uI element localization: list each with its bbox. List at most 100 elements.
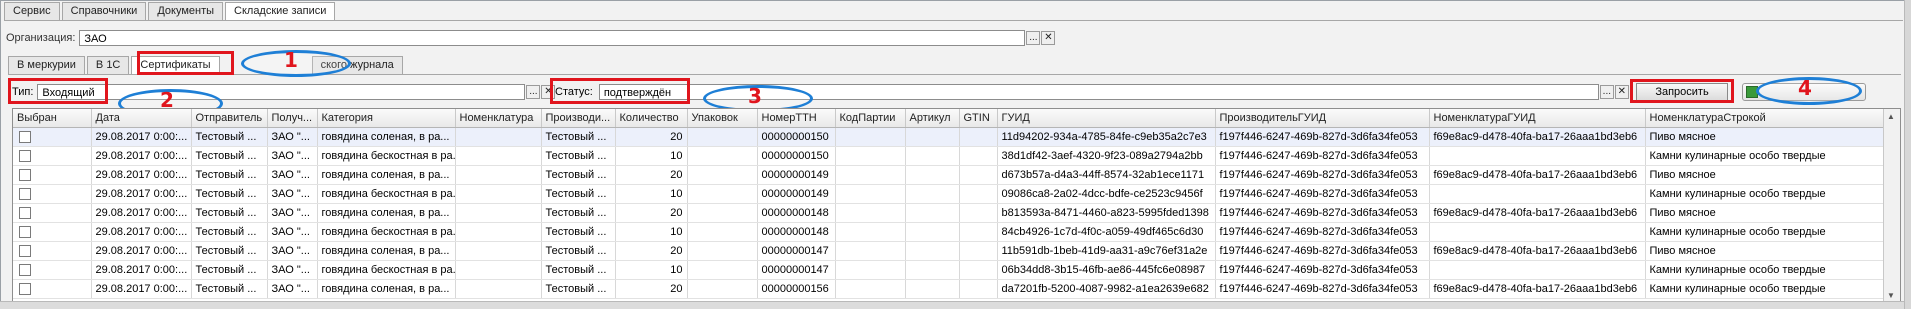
column-header[interactable]: Количество	[615, 109, 688, 128]
table-cell	[687, 203, 758, 223]
table-row[interactable]: 29.08.2017 0:00:... Тестовый ... ЗАО "... г…	[13, 127, 1886, 147]
table-cell: говядина бескостная в ра...	[317, 146, 456, 166]
type-select-button[interactable]: ...	[526, 85, 541, 99]
table-cell	[687, 127, 758, 147]
column-header[interactable]: НоменклатураСтрокой	[1645, 109, 1886, 128]
table-cell	[959, 279, 998, 299]
table-cell: говядина бескостная в ра...	[317, 260, 456, 280]
table-cell: ЗАО "...	[267, 260, 318, 280]
table-cell	[959, 127, 998, 147]
table-cell: 00000000147	[757, 260, 836, 280]
table-cell: ЗАО "...	[267, 127, 318, 147]
tab-service[interactable]: Сервис	[4, 2, 60, 20]
organization-clear-button[interactable]: ✕	[1041, 31, 1056, 45]
table-cell: Пиво мясное	[1645, 241, 1886, 261]
column-header[interactable]: Категория	[317, 109, 456, 128]
column-header[interactable]: Упаковок	[687, 109, 758, 128]
column-header[interactable]: ПроизводительГУИД	[1215, 109, 1430, 128]
column-header[interactable]: Получ...	[267, 109, 318, 128]
table-cell	[13, 184, 92, 204]
row-checkbox[interactable]	[19, 131, 31, 143]
tab-in-mercury[interactable]: В меркурии	[8, 56, 85, 74]
column-header[interactable]: Выбран	[13, 109, 92, 128]
table-cell: ЗАО "...	[267, 279, 318, 299]
row-checkbox[interactable]	[19, 150, 31, 162]
table-cell	[455, 203, 542, 223]
table-cell: Камни кулинарные особо твердые	[1645, 279, 1886, 299]
type-field[interactable]: Входящий	[37, 84, 526, 100]
organization-select-button[interactable]: ...	[1026, 31, 1041, 45]
table-cell: f69e8ac9-d478-40fa-ba17-26aaa1bd3eb6	[1429, 241, 1646, 261]
highlight-status-filter	[550, 78, 690, 104]
table-cell: ЗАО "...	[267, 241, 318, 261]
column-header[interactable]: Производи...	[541, 109, 616, 128]
table-cell	[835, 146, 906, 166]
table-cell: 20	[615, 127, 688, 147]
tab-directories[interactable]: Справочники	[61, 2, 147, 20]
row-checkbox[interactable]	[19, 283, 31, 295]
table-cell: 29.08.2017 0:00:...	[91, 165, 192, 185]
column-header[interactable]: ГУИД	[997, 109, 1216, 128]
status-clear-button[interactable]: ✕	[1614, 85, 1629, 99]
column-header[interactable]: GTIN	[959, 109, 998, 128]
table-cell: говядина соленая, в ра...	[317, 241, 456, 261]
status-select-button[interactable]: ...	[1599, 85, 1614, 99]
table-cell: 00000000148	[757, 203, 836, 223]
row-checkbox[interactable]	[19, 207, 31, 219]
table-row[interactable]: 29.08.2017 0:00:... Тестовый ... ЗАО "... г…	[13, 203, 1886, 223]
table-row[interactable]: 29.08.2017 0:00:... Тестовый ... ЗАО "... г…	[13, 279, 1886, 299]
tab-documents[interactable]: Документы	[148, 2, 224, 20]
table-cell: 00000000150	[757, 127, 836, 147]
organization-field[interactable]: ЗАО	[79, 30, 1026, 46]
vertical-scrollbar[interactable]: ▲ ▼	[1883, 109, 1900, 303]
row-checkbox[interactable]	[19, 264, 31, 276]
table-cell: 10	[615, 146, 688, 166]
row-checkbox[interactable]	[19, 226, 31, 238]
table-row[interactable]: 29.08.2017 0:00:... Тестовый ... ЗАО "... г…	[13, 184, 1886, 204]
table-cell: Тестовый ...	[541, 203, 616, 223]
table-cell	[835, 279, 906, 299]
table-cell: Пиво мясное	[1645, 165, 1886, 185]
table-cell	[905, 279, 960, 299]
table-cell	[687, 222, 758, 242]
column-header[interactable]: Дата	[91, 109, 192, 128]
table-cell: f69e8ac9-d478-40fa-ba17-26aaa1bd3eb6	[1429, 279, 1646, 299]
column-header[interactable]: НоменклатураГУИД	[1429, 109, 1646, 128]
scroll-up-icon[interactable]: ▲	[1887, 112, 1895, 121]
row-checkbox[interactable]	[19, 169, 31, 181]
table-cell: Камни кулинарные особо твердые	[1645, 260, 1886, 280]
tab-warehouse-records[interactable]: Складские записи	[225, 2, 336, 21]
scroll-down-icon[interactable]: ▼	[1887, 291, 1895, 300]
table-cell	[687, 184, 758, 204]
table-cell: 00000000147	[757, 241, 836, 261]
row-checkbox[interactable]	[19, 188, 31, 200]
table-cell	[835, 203, 906, 223]
column-header[interactable]: Номенклатура	[455, 109, 542, 128]
table-row[interactable]: 29.08.2017 0:00:... Тестовый ... ЗАО "... г…	[13, 222, 1886, 242]
table-row[interactable]: 29.08.2017 0:00:... Тестовый ... ЗАО "... г…	[13, 146, 1886, 166]
column-header[interactable]: Отправитель	[191, 109, 268, 128]
table-cell: f197f446-6247-469b-827d-3d6fa34fe053	[1215, 146, 1430, 166]
row-checkbox[interactable]	[19, 245, 31, 257]
table-cell	[13, 241, 92, 261]
table-cell: 06b34dd8-3b15-46fb-ae86-445fc6e08987	[997, 260, 1216, 280]
table-row[interactable]: 29.08.2017 0:00:... Тестовый ... ЗАО "... г…	[13, 241, 1886, 261]
column-header[interactable]: КодПартии	[835, 109, 906, 128]
table-cell	[959, 241, 998, 261]
table-cell	[687, 165, 758, 185]
table-cell: f69e8ac9-d478-40fa-ba17-26aaa1bd3eb6	[1429, 203, 1646, 223]
table-cell	[13, 203, 92, 223]
table-cell: Тестовый ...	[191, 203, 268, 223]
highlight-certificates-tab	[137, 51, 234, 75]
table-cell: 11d94202-934a-4785-84fe-c9eb35a2c7e3	[997, 127, 1216, 147]
table-row[interactable]: 29.08.2017 0:00:... Тестовый ... ЗАО "... г…	[13, 165, 1886, 185]
table-cell	[455, 260, 542, 280]
tab-in-1c[interactable]: В 1С	[86, 56, 130, 74]
table-cell: Тестовый ...	[191, 165, 268, 185]
table-row[interactable]: 29.08.2017 0:00:... Тестовый ... ЗАО "... г…	[13, 260, 1886, 280]
column-header[interactable]: Артикул	[905, 109, 960, 128]
table-cell	[835, 260, 906, 280]
table-cell: 20	[615, 165, 688, 185]
table-cell: 29.08.2017 0:00:...	[91, 127, 192, 147]
column-header[interactable]: НомерТТН	[757, 109, 836, 128]
